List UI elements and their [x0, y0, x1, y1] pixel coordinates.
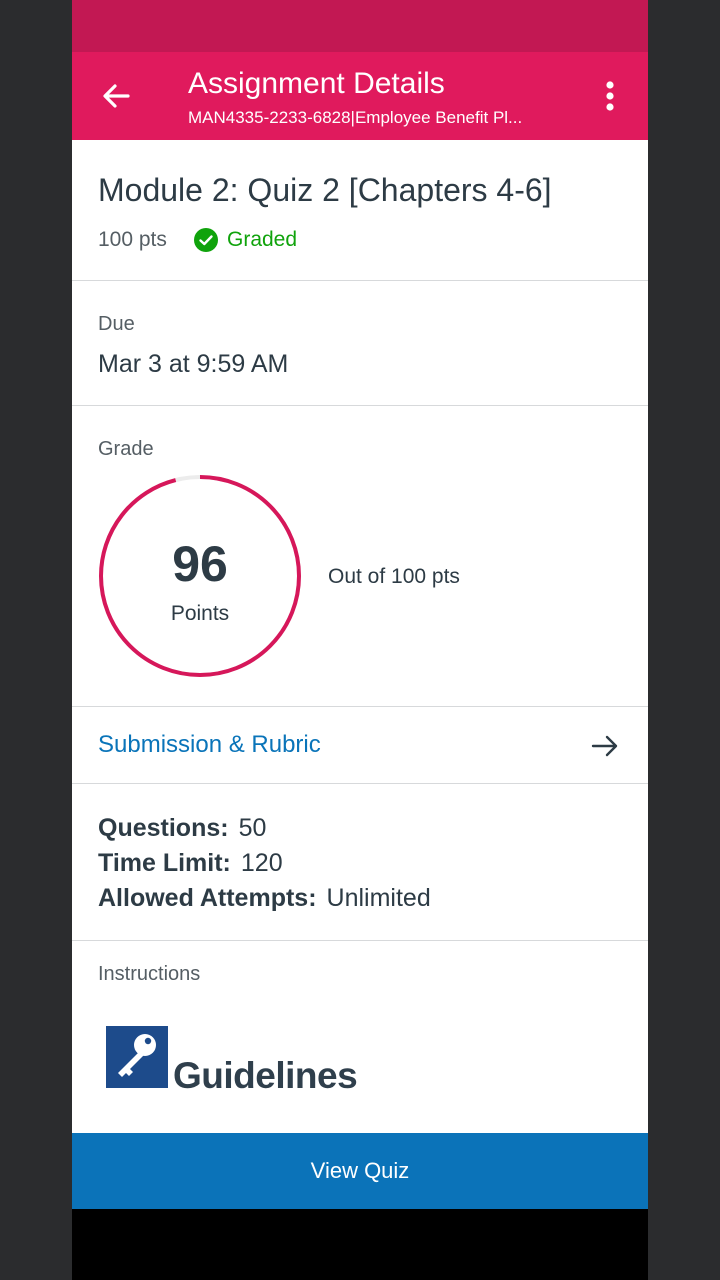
- questions-value: 50: [238, 814, 267, 842]
- grade-unit: Points: [170, 602, 230, 625]
- navigation-bar: [72, 1209, 648, 1280]
- back-button[interactable]: [94, 74, 138, 118]
- page-title: Assignment Details: [188, 67, 445, 100]
- arrow-right-icon: [591, 735, 618, 757]
- allowed-attempts-row: Allowed Attempts: Unlimited: [98, 882, 431, 914]
- view-quiz-button[interactable]: View Quiz: [72, 1133, 648, 1209]
- assignment-title: Module 2: Quiz 2 [Chapters 4-6]: [98, 172, 552, 208]
- key-icon: [106, 1026, 168, 1088]
- more-vertical-icon: [606, 81, 614, 111]
- arrow-left-icon: [103, 84, 130, 108]
- status-badge: Graded: [227, 228, 298, 251]
- quiz-details: Questions: 50 Time Limit: 120 Allowed Atte…: [72, 784, 648, 941]
- instructions-section: Instructions Guidelines: [72, 941, 648, 1133]
- check-circle-icon: [194, 228, 218, 252]
- due-section: Due Mar 3 at 9:59 AM: [72, 281, 648, 406]
- grade-label: Grade: [98, 438, 154, 460]
- time-limit-row: Time Limit: 120: [98, 847, 283, 879]
- submission-rubric-link[interactable]: Submission & Rubric: [98, 730, 321, 760]
- points-possible: 100 pts: [98, 228, 167, 251]
- phone-screen: Assignment Details MAN4335-2233-6828|Emp…: [72, 0, 648, 1280]
- assignment-content: Module 2: Quiz 2 [Chapters 4-6] 100 pts …: [72, 140, 648, 1133]
- course-subtitle: MAN4335-2233-6828|Employee Benefit Pl...: [188, 108, 523, 127]
- more-options-button[interactable]: [588, 74, 632, 118]
- grade-score: 96: [172, 536, 228, 592]
- questions-label: Questions:: [98, 814, 229, 842]
- grade-section: Grade 96 Points Out of 100 pts: [72, 406, 648, 707]
- due-date: Mar 3 at 9:59 AM: [98, 350, 289, 378]
- assignment-header: Module 2: Quiz 2 [Chapters 4-6] 100 pts …: [72, 140, 648, 281]
- time-limit-label: Time Limit:: [98, 849, 231, 877]
- grade-out-of: Out of 100 pts: [328, 565, 460, 588]
- instructions-label: Instructions: [98, 963, 201, 985]
- time-limit-value: 120: [240, 849, 283, 877]
- status-bar: [72, 0, 648, 52]
- allowed-attempts-label: Allowed Attempts:: [98, 884, 317, 912]
- questions-row: Questions: 50: [98, 812, 266, 844]
- allowed-attempts-value: Unlimited: [326, 884, 431, 912]
- due-label: Due: [98, 313, 135, 335]
- submission-rubric-row[interactable]: Submission & Rubric: [72, 707, 648, 784]
- app-bar: Assignment Details MAN4335-2233-6828|Emp…: [72, 52, 648, 140]
- guidelines-heading: Guidelines: [173, 1055, 358, 1096]
